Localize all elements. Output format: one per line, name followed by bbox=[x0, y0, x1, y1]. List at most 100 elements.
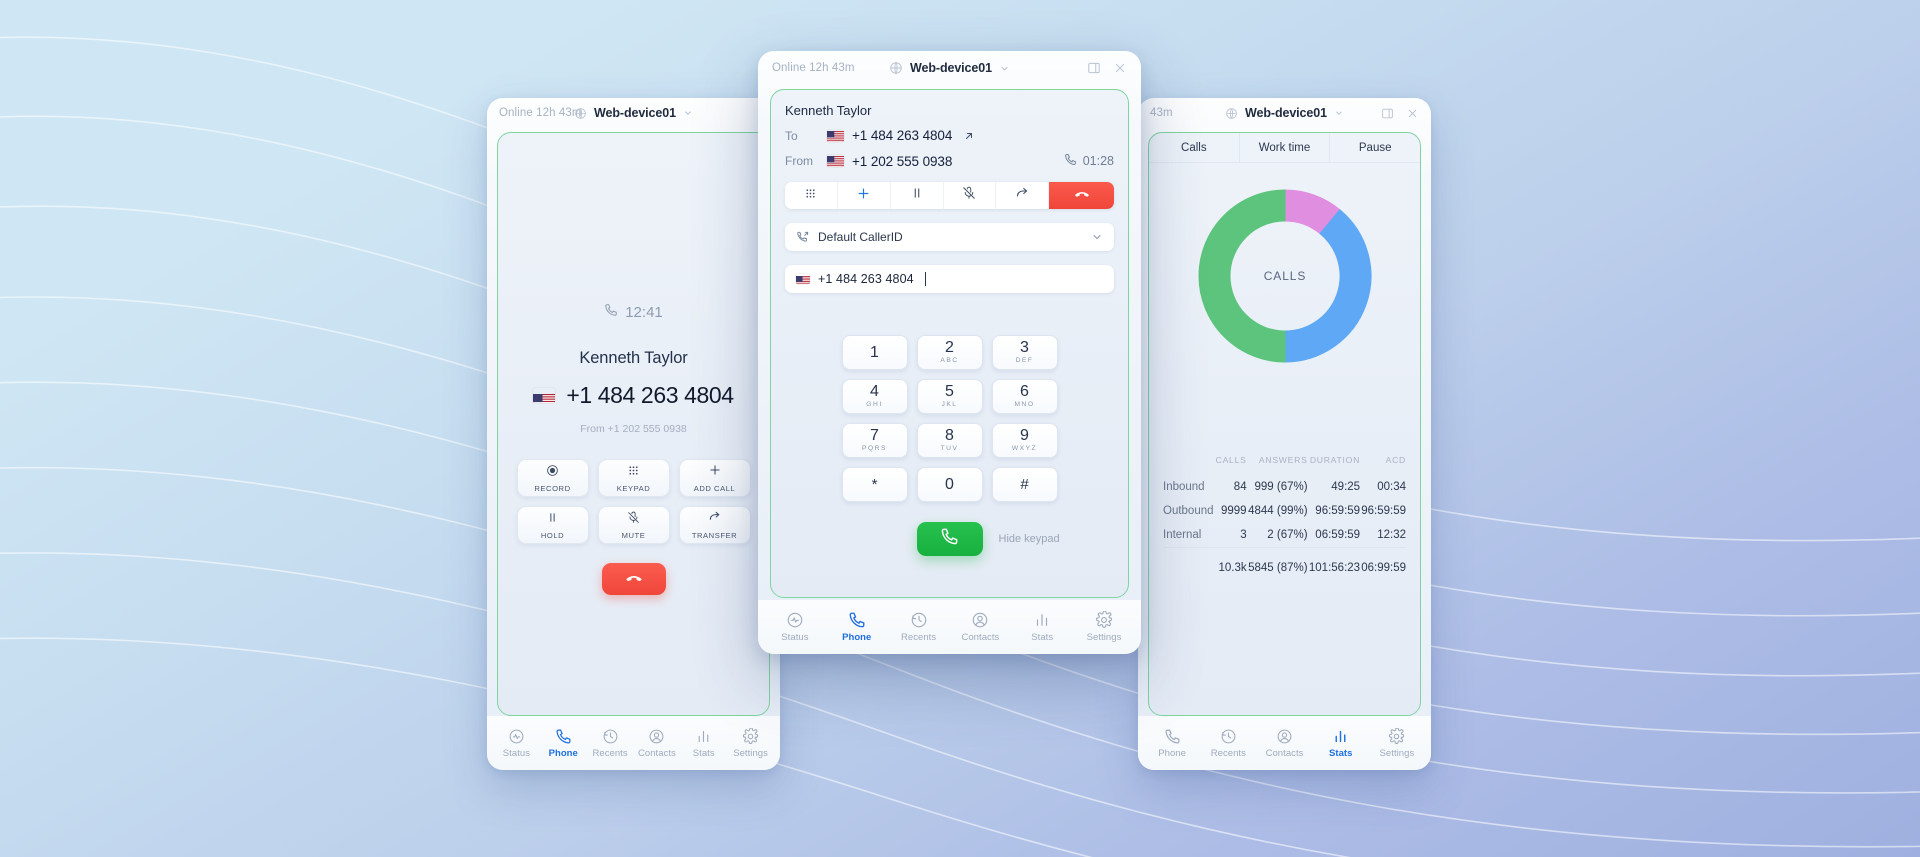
donut-slice-outbound[interactable] bbox=[1284, 209, 1371, 363]
dialpad-key-2[interactable]: 2 ABC bbox=[916, 335, 983, 370]
row-label: Internal bbox=[1163, 529, 1202, 541]
dialpad-key-4[interactable]: 4 GHI bbox=[841, 379, 908, 414]
nav-label-settings: Settings bbox=[733, 747, 768, 759]
dialpad-key-hash[interactable]: # bbox=[991, 467, 1058, 502]
add-call-button[interactable]: ADD CALL bbox=[678, 459, 751, 497]
key-letters: ABC bbox=[940, 357, 959, 365]
arrow-up-right-icon[interactable] bbox=[963, 130, 975, 142]
nav-item-stats[interactable]: Stats bbox=[1313, 728, 1369, 759]
center-call-toolbar bbox=[785, 182, 1114, 209]
nav-item-stats[interactable]: Stats bbox=[1013, 611, 1071, 643]
toolbar-end-call-button[interactable] bbox=[1049, 182, 1114, 209]
caller-id-select[interactable]: Default CallerID bbox=[785, 223, 1114, 251]
mute-button[interactable]: MUTE bbox=[597, 506, 670, 544]
transfer-label: TRANSFER bbox=[691, 531, 738, 540]
keypad-button[interactable]: KEYPAD bbox=[597, 459, 670, 497]
nav-label-status: Status bbox=[502, 747, 531, 759]
dialpad-key-star[interactable]: * bbox=[841, 467, 908, 502]
call-button[interactable] bbox=[916, 522, 983, 556]
nav-item-settings[interactable]: Settings bbox=[1369, 727, 1425, 759]
dialpad-key-0[interactable]: 0 bbox=[916, 467, 983, 502]
chevron-down-icon[interactable] bbox=[1334, 108, 1344, 118]
hide-keypad-link[interactable]: Hide keypad bbox=[999, 533, 1060, 545]
nav-item-stats[interactable]: Stats bbox=[680, 728, 727, 759]
nav-item-status[interactable]: Status bbox=[493, 728, 540, 759]
nav-item-contacts[interactable]: Contacts bbox=[633, 728, 680, 759]
left-hangup-button[interactable] bbox=[601, 563, 666, 595]
toolbar-hold-button[interactable] bbox=[890, 182, 944, 209]
gear-icon bbox=[742, 727, 759, 745]
right-stats-window[interactable]: 43m Web-device01 Calls Work time Pause C… bbox=[1138, 98, 1431, 770]
transfer-button[interactable]: TRANSFER bbox=[678, 506, 751, 544]
toolbar-keypad-button[interactable] bbox=[785, 182, 838, 209]
nav-item-settings[interactable]: Settings bbox=[727, 727, 774, 759]
nav-item-settings[interactable]: Settings bbox=[1075, 611, 1133, 643]
nav-item-phone[interactable]: Phone bbox=[828, 611, 886, 643]
key-letters: TUV bbox=[940, 445, 959, 453]
gear-icon bbox=[1095, 611, 1113, 629]
hold-button[interactable]: HOLD bbox=[516, 506, 589, 544]
nav-item-status[interactable]: Status bbox=[766, 611, 824, 643]
dialpad-key-3[interactable]: 3 DEF bbox=[991, 335, 1058, 370]
nav-label-stats: Stats bbox=[1031, 632, 1054, 643]
row-answers: 999 (67%) bbox=[1254, 481, 1308, 493]
record-label: RECORD bbox=[534, 483, 571, 493]
tab-calls[interactable]: Calls bbox=[1149, 133, 1240, 162]
pause-icon bbox=[546, 511, 559, 529]
close-icon[interactable] bbox=[1406, 107, 1419, 120]
nav-item-recents[interactable]: Recents bbox=[890, 611, 948, 643]
center-duration-text: 01:28 bbox=[1082, 154, 1114, 168]
mic-off-icon bbox=[962, 186, 976, 205]
left-from-text: From +1 202 555 0938 bbox=[580, 423, 687, 435]
bar-chart-icon bbox=[1033, 611, 1051, 629]
transfer-icon bbox=[1015, 186, 1030, 206]
toolbar-add-call-button[interactable] bbox=[837, 182, 891, 209]
nav-label-settings: Settings bbox=[1379, 747, 1415, 759]
tab-pause[interactable]: Pause bbox=[1330, 133, 1420, 162]
keypad-icon bbox=[804, 187, 817, 205]
dialpad-key-9[interactable]: 9 WXYZ bbox=[991, 423, 1058, 458]
col-answers: ANSWERS bbox=[1258, 455, 1308, 465]
toolbar-mute-button[interactable] bbox=[943, 182, 997, 209]
phone-icon bbox=[1164, 728, 1181, 745]
nav-item-recents[interactable]: Recents bbox=[1200, 728, 1256, 759]
phone-icon bbox=[555, 728, 572, 745]
phone-icon bbox=[1064, 153, 1077, 169]
stats-table: CALLS ANSWERS DURATION ACD Inbound 84 99… bbox=[1163, 455, 1406, 580]
sidebar-panel-icon[interactable] bbox=[1381, 107, 1394, 120]
nav-item-contacts[interactable]: Contacts bbox=[951, 611, 1009, 643]
nav-item-phone[interactable]: Phone bbox=[540, 728, 587, 759]
table-row[interactable]: Outbound 9999 4844 (99%) 96:59:59 96:59:… bbox=[1163, 499, 1406, 523]
key-digit: 3 bbox=[1020, 339, 1029, 357]
nav-item-recents[interactable]: Recents bbox=[587, 728, 634, 759]
dialpad-key-8[interactable]: 8 TUV bbox=[916, 423, 983, 458]
sidebar-panel-icon[interactable] bbox=[1087, 61, 1101, 75]
close-icon[interactable] bbox=[1113, 61, 1127, 75]
center-contact-name: Kenneth Taylor bbox=[785, 103, 872, 118]
transfer-icon bbox=[708, 510, 722, 529]
center-device-name: Web-device01 bbox=[910, 61, 992, 75]
col-acd: ACD bbox=[1385, 455, 1406, 465]
dialpad-key-1[interactable]: 1 bbox=[841, 335, 908, 370]
left-screen: 12:41 Kenneth Taylor +1 484 263 4804 Fro… bbox=[497, 132, 770, 716]
center-dialer-window[interactable]: Online 12h 43m Web-device01 Kenneth Tayl… bbox=[758, 51, 1141, 654]
dialpad-key-7[interactable]: 7 PQRS bbox=[841, 423, 908, 458]
dialpad-key-5[interactable]: 5 JKL bbox=[916, 379, 983, 414]
dialpad-key-6[interactable]: 6 MNO bbox=[991, 379, 1058, 414]
toolbar-transfer-button[interactable] bbox=[996, 182, 1050, 209]
chevron-down-icon[interactable] bbox=[683, 108, 693, 118]
left-phone-window[interactable]: Online 12h 43m Web-device01 12:41 Kennet… bbox=[487, 98, 780, 770]
chevron-down-icon[interactable] bbox=[999, 63, 1010, 74]
caller-id-value: Default CallerID bbox=[818, 230, 903, 244]
row-duration: 49:25 bbox=[1331, 481, 1361, 493]
status-pulse-icon bbox=[786, 611, 804, 629]
record-button[interactable]: RECORD bbox=[516, 459, 589, 497]
nav-item-phone[interactable]: Phone bbox=[1144, 728, 1200, 759]
row-answers: 2 (67%) bbox=[1267, 529, 1308, 541]
phone-number-input[interactable]: +1 484 263 4804 bbox=[785, 265, 1114, 293]
table-row[interactable]: Internal 3 2 (67%) 06:59:59 12:32 bbox=[1163, 523, 1406, 548]
tab-work-time[interactable]: Work time bbox=[1240, 133, 1331, 162]
table-row[interactable]: Inbound 84 999 (67%) 49:25 00:34 bbox=[1163, 475, 1406, 499]
key-digit: 2 bbox=[945, 339, 954, 357]
nav-item-contacts[interactable]: Contacts bbox=[1256, 728, 1312, 759]
